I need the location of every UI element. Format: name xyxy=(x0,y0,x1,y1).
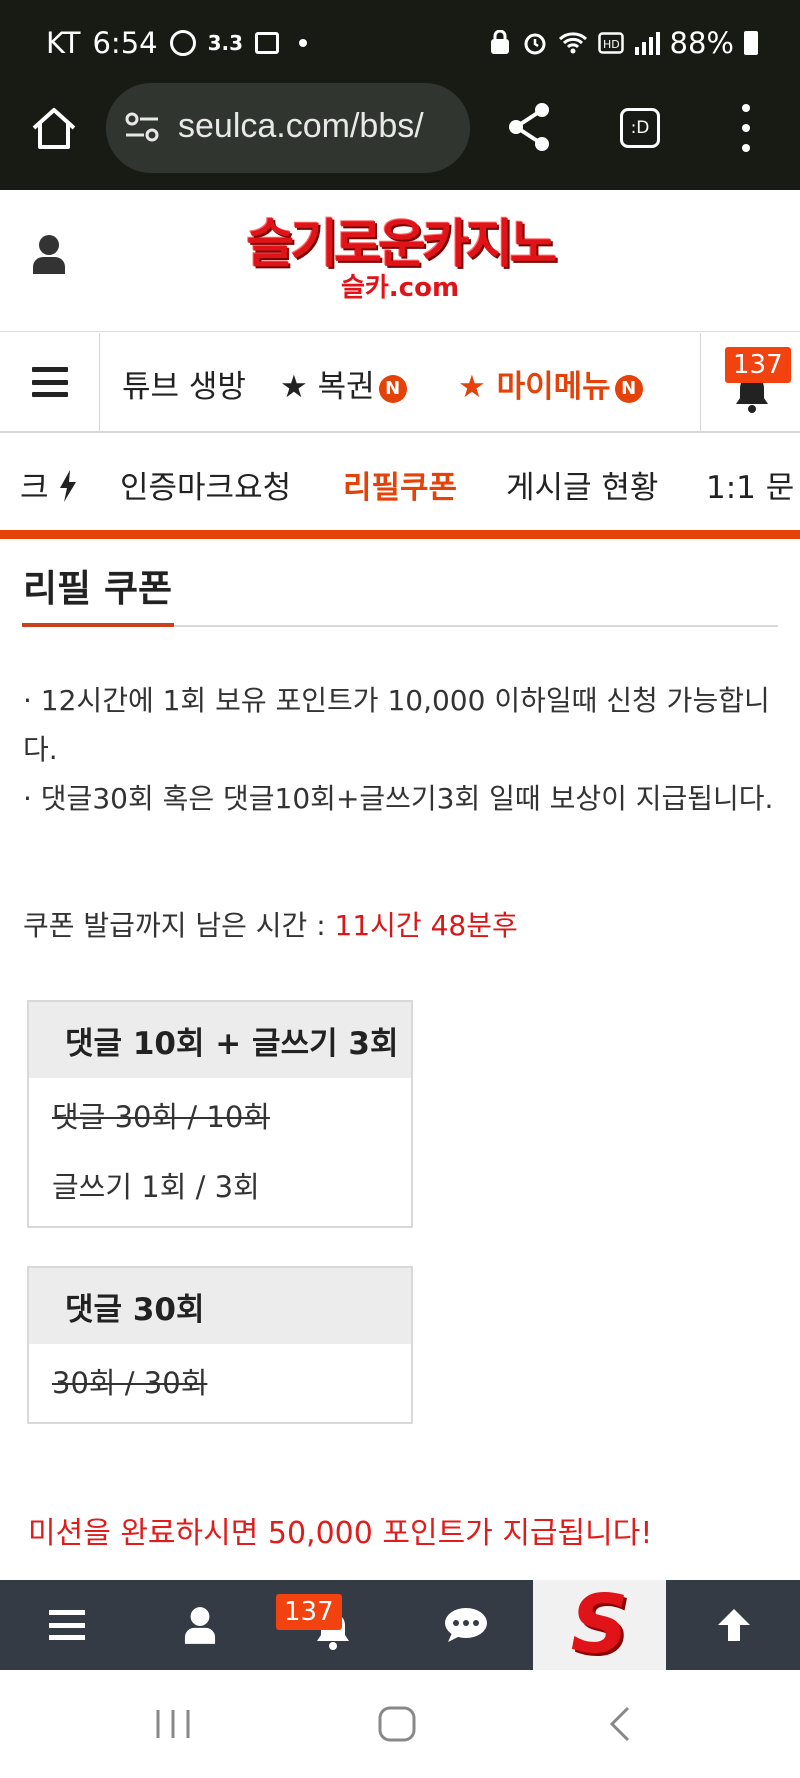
svg-text:HD: HD xyxy=(603,38,620,51)
sub-nav-item-post-status[interactable]: 게시글 현황 xyxy=(506,462,658,507)
sub-nav: 크 인증마크요청 리필쿠폰 게시글 현황 1:1 문 xyxy=(0,433,800,530)
battery-icon xyxy=(744,31,758,55)
notification-count-badge: 137 xyxy=(725,347,791,383)
hamburger-icon xyxy=(48,1610,85,1640)
bottom-profile-button[interactable] xyxy=(133,1580,266,1670)
battery-level: 88% xyxy=(669,26,734,60)
wifi-icon xyxy=(558,32,587,54)
sub-nav-item-refill-coupon[interactable]: 리필쿠폰 xyxy=(343,462,457,507)
chrome-icon xyxy=(169,30,196,56)
site-header: 슬기로운카지노 슬카.com xyxy=(0,190,800,332)
notice-line: · 댓글30회 혹은 댓글10회+글쓰기3회 일때 보상이 지급됩니다. xyxy=(23,782,774,815)
scroll-top-button[interactable] xyxy=(667,1580,800,1670)
menu-button[interactable] xyxy=(0,333,100,431)
new-badge: N xyxy=(614,374,643,403)
bottom-menu-button[interactable] xyxy=(0,1580,133,1670)
main-nav: 튜브 생방 ★ 복권 N ★ 마이메뉴 N 137 xyxy=(0,333,800,433)
mission-progress-comments: 댓글 30회 / 10회 xyxy=(52,1100,270,1134)
site-logo[interactable]: 슬기로운카지노 슬카.com xyxy=(232,218,568,302)
site-settings-icon[interactable] xyxy=(124,111,160,143)
mission-progress-posts: 글쓰기 1회 / 3회 xyxy=(52,1170,260,1204)
title-accent-underline xyxy=(22,623,174,627)
browser-toolbar: seulca.com/bbs/ :D xyxy=(0,80,800,190)
notice-text: · 12시간에 1회 보유 포인트가 10,000 이하일때 신청 가능합니다.… xyxy=(23,676,783,823)
image-icon xyxy=(255,32,280,54)
chat-icon xyxy=(444,1608,487,1642)
bottom-notifications-button[interactable]: 137 xyxy=(266,1580,399,1670)
notice-line: · 12시간에 1회 보유 포인트가 10,000 이하일때 신청 가능합니다. xyxy=(23,684,770,766)
clock: 6:54 xyxy=(92,26,158,60)
logo-text: 슬기로운카지노 xyxy=(246,215,558,275)
nav-item-label: 튜브 생방 xyxy=(122,369,246,405)
lightning-icon xyxy=(60,470,77,502)
mission-title: 댓글 10회 + 글쓰기 3회 xyxy=(29,1002,411,1078)
share-icon[interactable] xyxy=(504,100,554,154)
mission-progress-comments: 30회 / 30회 xyxy=(52,1366,208,1400)
remaining-time: 쿠폰 발급까지 남은 시간 : 11시간 48분후 xyxy=(23,904,518,944)
completion-reward-message: 미션을 완료하시면 50,000 포인트가 지급됩니다! xyxy=(28,1516,653,1551)
tab-switcher-button[interactable]: :D xyxy=(620,108,660,148)
home-icon[interactable] xyxy=(28,102,80,154)
remaining-time-value: 11시간 48분후 xyxy=(334,909,518,942)
nav-item-tube-live[interactable]: 튜브 생방 xyxy=(122,361,246,406)
network-speed: 3.3 xyxy=(207,31,244,55)
recent-apps-icon[interactable] xyxy=(150,1704,196,1744)
new-badge: N xyxy=(378,374,407,403)
signal-icon xyxy=(634,32,660,55)
arrow-up-icon xyxy=(717,1609,750,1641)
more-menu-icon[interactable] xyxy=(736,104,756,152)
logo-letter: S xyxy=(570,1578,629,1671)
home-nav-icon[interactable] xyxy=(374,1704,420,1744)
carrier: KT xyxy=(46,26,81,60)
remaining-time-label: 쿠폰 발급까지 남은 시간 : xyxy=(23,909,335,942)
mission-box-comments-and-posts: 댓글 10회 + 글쓰기 3회 댓글 30회 / 10회 글쓰기 1회 / 3회 xyxy=(27,1000,413,1228)
notifications-button[interactable]: 137 xyxy=(700,333,800,431)
bottom-site-logo[interactable]: S xyxy=(533,1580,666,1670)
back-icon[interactable] xyxy=(598,1704,644,1744)
address-bar[interactable]: seulca.com/bbs/ xyxy=(106,83,470,173)
status-bar: KT 6:54 3.3 HD 88% xyxy=(0,0,800,80)
sub-nav-item-cert-mark[interactable]: 인증마크요청 xyxy=(120,462,291,507)
notification-dot-icon xyxy=(299,39,308,47)
nav-item-label: ★ 마이메뉴 xyxy=(458,369,611,405)
user-icon xyxy=(184,1607,215,1644)
notification-count-badge: 137 xyxy=(276,1594,342,1630)
nav-item-label: ★ 복권 xyxy=(280,369,375,405)
page-title: 리필 쿠폰 xyxy=(23,567,173,610)
vpn-icon xyxy=(490,30,509,54)
nav-item-my-menu[interactable]: ★ 마이메뉴 N xyxy=(458,361,643,406)
status-right: HD 88% xyxy=(488,26,758,60)
mission-title: 댓글 30회 xyxy=(29,1268,411,1344)
alarm-icon xyxy=(524,33,546,55)
nav-item-lottery[interactable]: ★ 복권 N xyxy=(280,361,407,406)
bottom-chat-button[interactable] xyxy=(399,1580,532,1670)
sub-nav-label: 크 xyxy=(20,470,49,506)
user-icon[interactable] xyxy=(32,234,66,274)
main-nav-items: 튜브 생방 ★ 복권 N ★ 마이메뉴 N xyxy=(100,333,700,431)
sub-nav-divider xyxy=(0,530,800,539)
status-left: KT 6:54 3.3 xyxy=(46,26,308,60)
hamburger-icon xyxy=(31,367,68,397)
system-navigation-bar xyxy=(0,1670,800,1778)
url-text: seulca.com/bbs/ xyxy=(178,107,424,145)
bottom-toolbar: 137 S xyxy=(0,1580,800,1670)
logo-subtext: 슬카.com xyxy=(340,273,460,303)
sub-nav-item-partial[interactable]: 크 xyxy=(20,462,78,507)
sub-nav-item-one-to-one[interactable]: 1:1 문 xyxy=(706,462,794,507)
hd-icon: HD xyxy=(597,32,624,54)
mission-box-comments: 댓글 30회 30회 / 30회 xyxy=(27,1266,413,1424)
